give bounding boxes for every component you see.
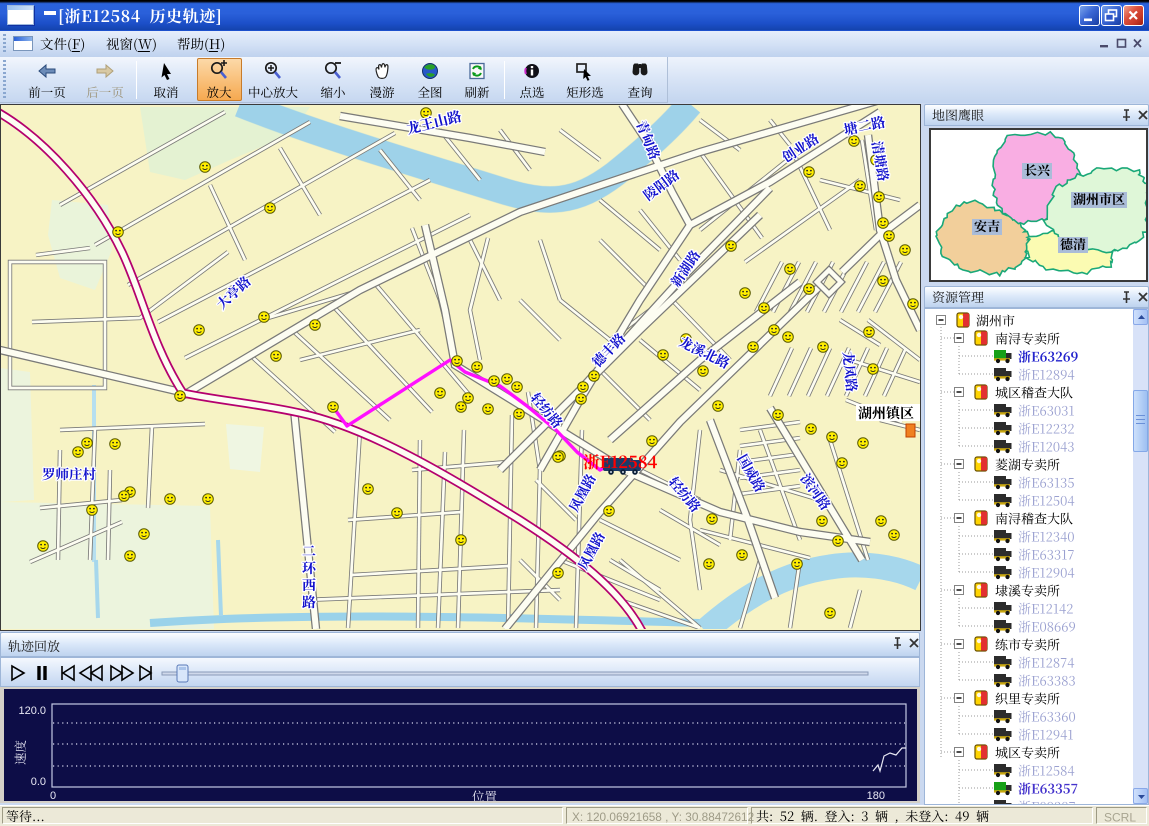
svg-text:SCRL: SCRL: [1104, 811, 1136, 825]
svg-text:0: 0: [50, 790, 56, 801]
svg-text:120.0: 120.0: [18, 705, 46, 717]
svg-text:180: 180: [867, 790, 885, 801]
svg-text:0.0: 0.0: [31, 776, 46, 788]
svg-text:X: 120.06921658 , Y: 30.884726: X: 120.06921658 , Y: 30.88472612: [572, 810, 754, 824]
